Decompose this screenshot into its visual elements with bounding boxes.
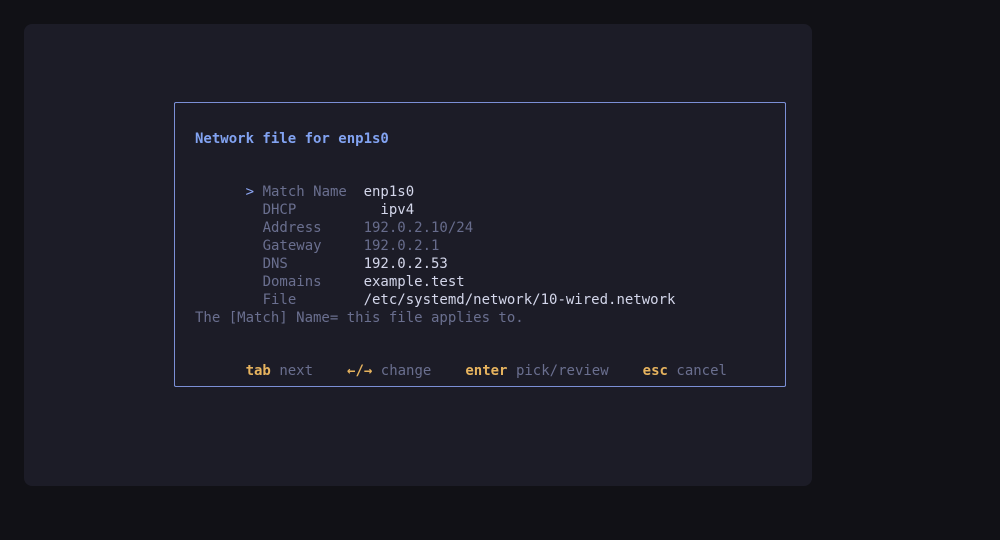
field-label: File bbox=[262, 292, 297, 308]
terminal-window: Network file for enp1s0 > Match Name enp1s… bbox=[24, 24, 812, 486]
key-tab: tab bbox=[245, 363, 271, 379]
field-value[interactable]: /etc/systemd/network/10-wired.network bbox=[364, 292, 676, 308]
keybinding-hints: tab next ←/→ change enter pick/review esc c… bbox=[195, 344, 727, 398]
key-esc-desc: cancel bbox=[676, 363, 727, 379]
dialog-title: Network file for enp1s0 bbox=[195, 131, 389, 147]
dialog-left-border bbox=[174, 103, 175, 386]
key-enter-desc: pick/review bbox=[515, 363, 609, 379]
key-arrows-desc: change bbox=[380, 363, 432, 379]
key-esc: esc bbox=[642, 363, 668, 379]
network-file-dialog: Network file for enp1s0 > Match Name enp1s… bbox=[174, 102, 786, 387]
help-text: The [Match] Name= this file applies to. bbox=[195, 310, 524, 326]
key-tab-desc: next bbox=[279, 363, 314, 379]
key-arrows: ←/→ bbox=[347, 363, 373, 379]
dialog-right-border bbox=[785, 103, 786, 386]
key-enter: enter bbox=[465, 363, 508, 379]
